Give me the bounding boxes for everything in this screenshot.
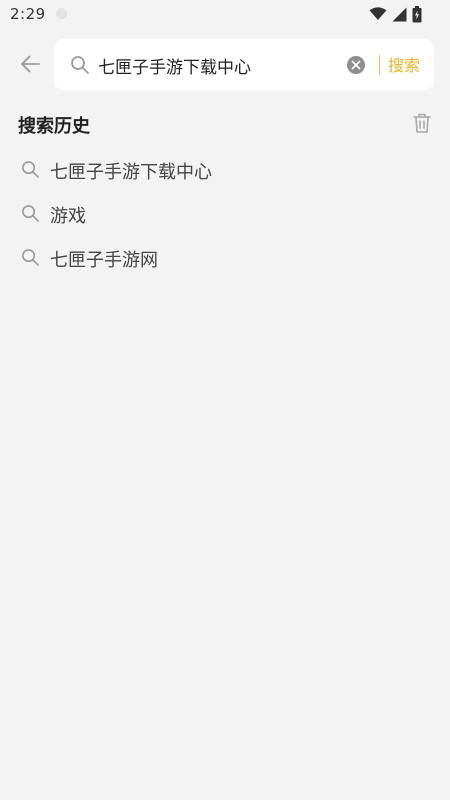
history-item[interactable]: 游戏 xyxy=(0,192,450,236)
search-icon xyxy=(21,160,40,179)
arrow-left-icon xyxy=(20,55,40,77)
history-item[interactable]: 七匣子手游网 xyxy=(0,236,450,280)
search-bar: 搜索 xyxy=(0,38,450,92)
history-item-label: 七匣子手游网 xyxy=(50,250,158,271)
history-list: 七匣子手游下载中心 游戏 七匣子手游网 xyxy=(0,148,450,280)
clear-circle-icon[interactable] xyxy=(346,55,366,75)
back-button[interactable] xyxy=(14,50,46,82)
status-time: 2:29 xyxy=(10,5,46,23)
search-button[interactable]: 搜索 xyxy=(388,52,420,76)
search-icon xyxy=(70,55,90,75)
search-box: 搜索 xyxy=(54,39,434,90)
trash-icon[interactable] xyxy=(411,112,433,134)
search-icon xyxy=(21,204,40,223)
history-header: 搜索历史 xyxy=(0,108,450,140)
signal-icon xyxy=(392,7,407,22)
history-title: 搜索历史 xyxy=(18,116,90,137)
circle-icon xyxy=(56,8,67,19)
wifi-icon xyxy=(369,7,387,21)
status-icons xyxy=(369,5,422,23)
search-input[interactable] xyxy=(98,49,338,81)
search-divider xyxy=(379,55,380,75)
history-item-label: 游戏 xyxy=(50,206,86,227)
history-item[interactable]: 七匣子手游下载中心 xyxy=(0,148,450,192)
history-item-label: 七匣子手游下载中心 xyxy=(50,162,212,183)
battery-icon xyxy=(412,5,422,23)
status-bar: 2:29 xyxy=(0,0,450,28)
search-icon xyxy=(21,248,40,267)
